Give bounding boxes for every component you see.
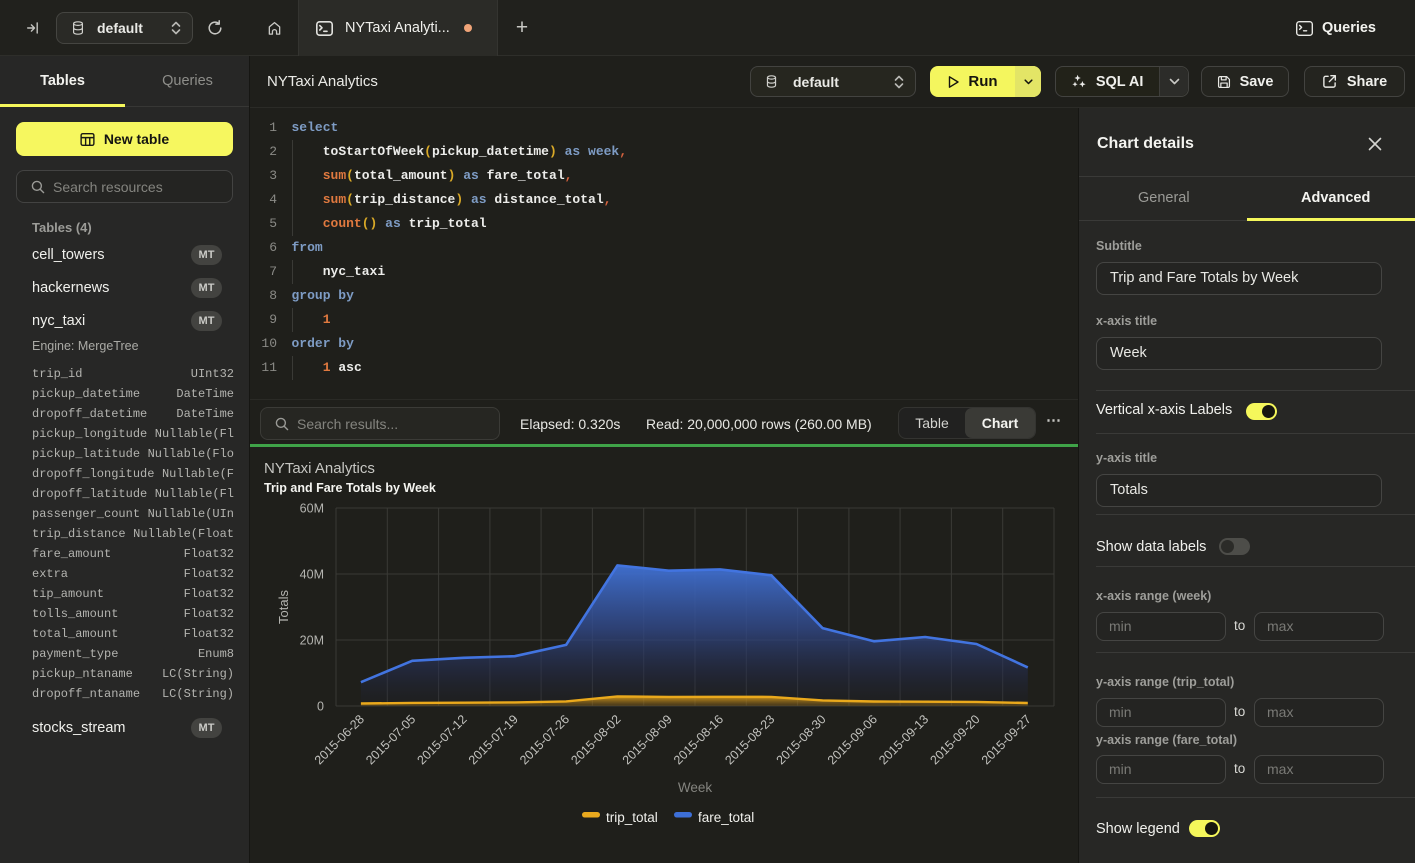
svg-text:2015-08-09: 2015-08-09: [620, 712, 675, 767]
svg-text:2015-09-20: 2015-09-20: [928, 712, 983, 767]
svg-text:fare_total: fare_total: [698, 810, 754, 825]
svg-text:2015-08-02: 2015-08-02: [568, 712, 623, 767]
svg-text:Totals: Totals: [276, 590, 291, 624]
svg-text:60M: 60M: [300, 502, 324, 516]
svg-text:2015-08-16: 2015-08-16: [671, 712, 726, 767]
svg-text:2015-07-05: 2015-07-05: [363, 712, 418, 767]
svg-text:2015-07-19: 2015-07-19: [466, 712, 521, 767]
svg-text:2015-06-28: 2015-06-28: [312, 712, 367, 767]
svg-text:trip_total: trip_total: [606, 810, 658, 825]
svg-text:2015-08-23: 2015-08-23: [722, 712, 777, 767]
svg-text:20M: 20M: [300, 634, 324, 648]
svg-text:2015-09-13: 2015-09-13: [876, 712, 931, 767]
svg-text:2015-09-06: 2015-09-06: [825, 712, 880, 767]
svg-text:2015-07-12: 2015-07-12: [415, 712, 470, 767]
svg-text:2015-09-27: 2015-09-27: [979, 712, 1034, 767]
svg-text:40M: 40M: [300, 568, 324, 582]
svg-text:Week: Week: [678, 780, 713, 795]
svg-text:2015-07-26: 2015-07-26: [517, 712, 572, 767]
svg-text:0: 0: [317, 700, 324, 714]
svg-text:2015-08-30: 2015-08-30: [774, 712, 829, 767]
